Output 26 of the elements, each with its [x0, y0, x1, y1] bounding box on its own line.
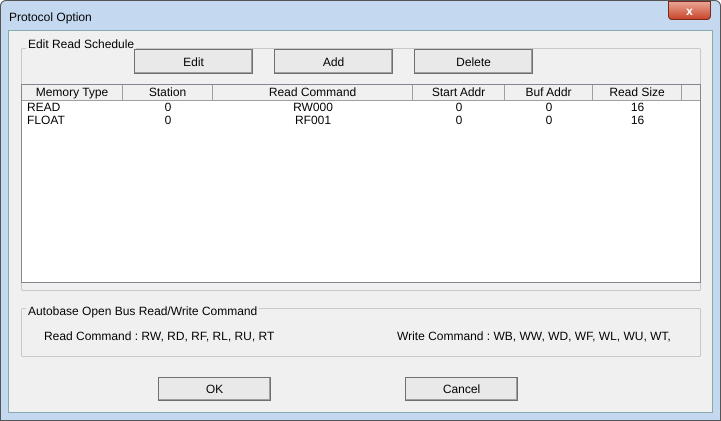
window-title: Protocol Option [9, 9, 92, 26]
table-cell: 0 [456, 113, 462, 127]
table-cell: 0 [546, 113, 552, 127]
write-command-text: Write Command : WB, WW, WD, WF, WL, WU, WT, [397, 328, 671, 345]
table-cell: 16 [630, 100, 644, 114]
table-cell: READ [27, 100, 60, 114]
dialog-button[interactable]: Cancel [405, 377, 518, 401]
column-header[interactable]: Read Size [593, 85, 682, 100]
table-cell: RF001 [294, 113, 332, 127]
dialog-button[interactable]: OK [158, 377, 271, 401]
action-button[interactable]: Add [274, 49, 393, 74]
column-header[interactable]: Memory Type [22, 85, 123, 100]
column-header[interactable]: Start Addr [413, 85, 505, 100]
table-cell: 0 [164, 100, 172, 114]
action-button[interactable]: Edit [134, 49, 253, 74]
column-header[interactable]: Buf Addr [505, 85, 593, 100]
table-cell: RW000 [293, 100, 333, 114]
table-cell: 16 [630, 113, 644, 127]
table-cell: 0 [164, 113, 172, 127]
action-button[interactable]: Delete [414, 49, 533, 74]
table-cell: FLOAT [27, 113, 65, 127]
column-header[interactable]: Read Command [213, 85, 413, 100]
table-cell: 0 [546, 100, 552, 114]
column-header[interactable]: Station [123, 85, 213, 100]
table-cell: 0 [456, 100, 462, 114]
read-command-text: Read Command : RW, RD, RF, RL, RU, RT [44, 328, 274, 345]
